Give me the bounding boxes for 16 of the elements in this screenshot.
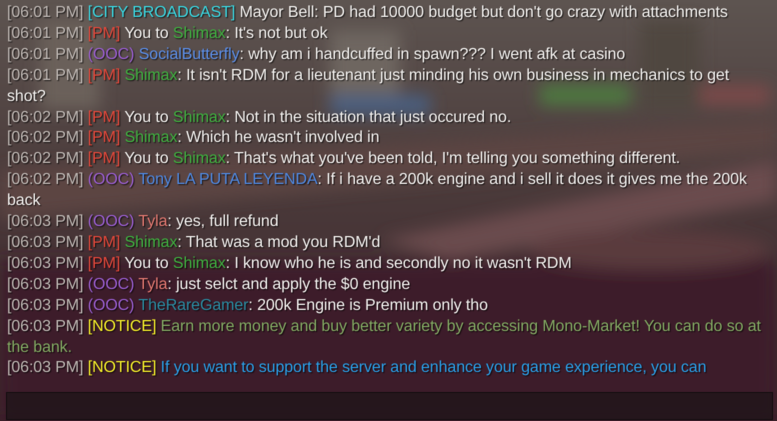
chat-message: [06:02 PM] [PM] Shimax: Which he wasn't involved in xyxy=(7,128,380,148)
chat-message: [06:03 PM] [PM] Shimax: That was a mod you RDM'd xyxy=(7,232,382,253)
chat-message: [06:01 PM] [PM] You to Shimax: It's not but ok xyxy=(7,24,328,44)
chat-message: [06:03 PM] (OOC) TheRareGamer: 200k Engine is Premium only tho xyxy=(7,296,489,316)
chat-message: [06:03 PM] [NOTICE] Earn more money and buy better variety by accessing Mono-Market! You can do so at the bank. xyxy=(7,316,762,358)
chat-message: [06:03 PM] (OOC) Tyla: yes, full refund xyxy=(7,212,280,232)
chat-message: [06:01 PM] [CITY BROADCAST] Mayor Bell: PD had 10000 budget but don't go crazy with attachments xyxy=(7,3,729,23)
chat-message: [06:03 PM] (OOC) Tyla: just selct and apply the $0 engine xyxy=(7,274,412,295)
chat-input[interactable] xyxy=(6,392,773,420)
chat-message: [06:03 PM] [NOTICE] If you want to support the server and enhance your game experience, you can xyxy=(7,358,708,378)
chat-message: [06:01 PM] (OOC) SocialButterfly: why am i handcuffed in spawn??? I went afk at casino xyxy=(7,44,626,65)
chat-message: [06:01 PM] [PM] Shimax: It isn't RDM for a lieutenant just minding his own business in mechanics to get shot? xyxy=(7,66,730,107)
chat-message: [06:02 PM] (OOC) Tony LA PUTA LEYENDA: If i have a 200k engine and i sell it does it gives me the 200k back xyxy=(7,170,748,212)
chat-message: [06:02 PM] [PM] You to Shimax: That's what you've been told, I'm telling you something different. xyxy=(7,149,682,170)
chat-message: [06:02 PM] [PM] You to Shimax: Not in the situation that just occured no. xyxy=(7,108,512,128)
chat-message: [06:03 PM] [PM] You to Shimax: I know who he is and secondly no it wasn't RDM xyxy=(7,254,573,274)
